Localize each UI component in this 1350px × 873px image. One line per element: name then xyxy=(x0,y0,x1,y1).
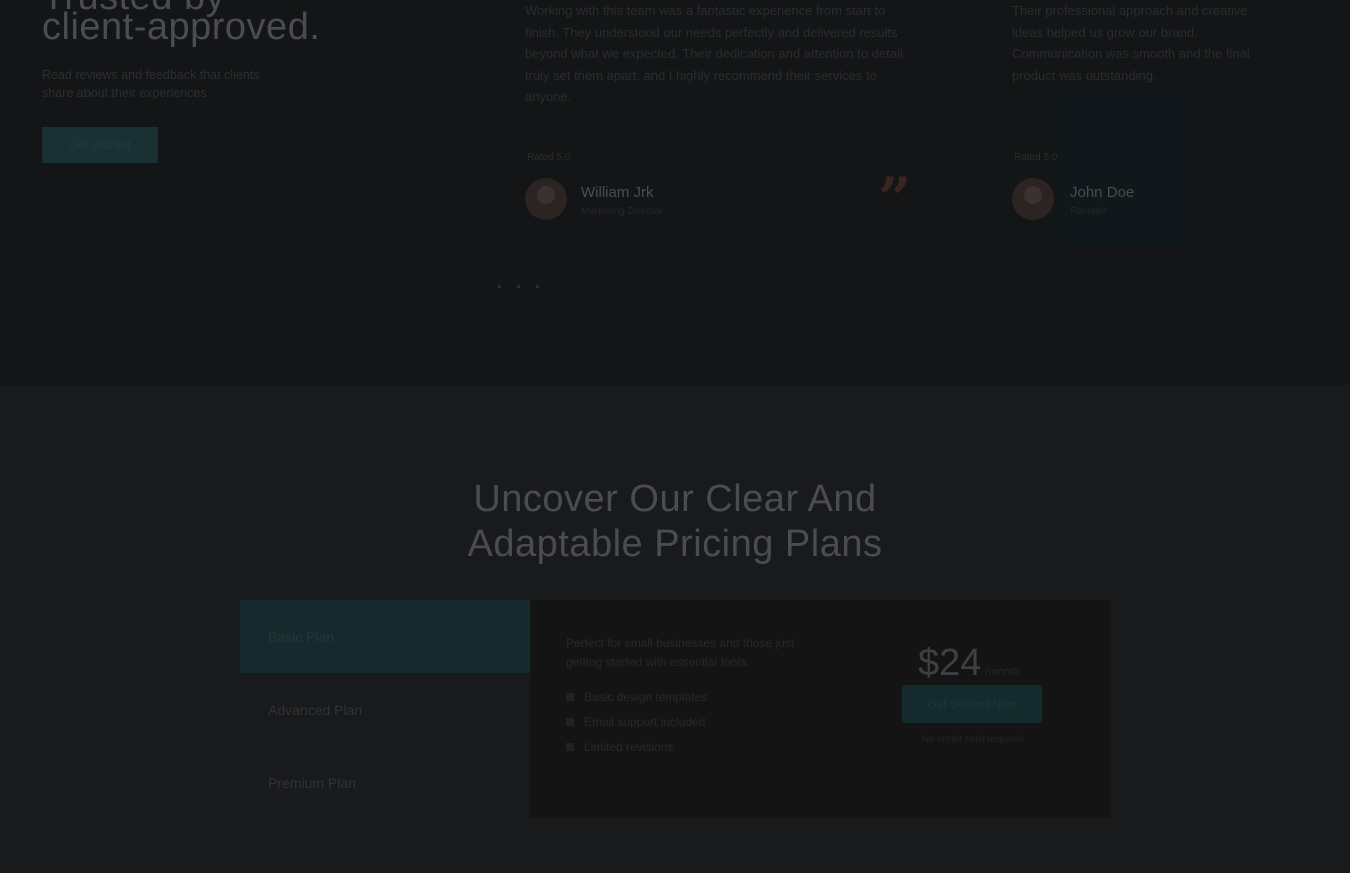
reviewer-name: John Doe xyxy=(1070,184,1135,201)
plan-price: $24/month xyxy=(918,642,1019,685)
tab-basic-plan[interactable]: Basic Plan xyxy=(240,600,530,673)
carousel-dots[interactable]: ● ● ● xyxy=(497,282,546,291)
testimonial-quote: Working with this team was a fantastic e… xyxy=(525,3,903,104)
feature-label: Email support included xyxy=(584,714,706,729)
get-started-now-button[interactable]: Get Started Now xyxy=(902,685,1042,723)
rating-label: Rated 5.0 xyxy=(1014,152,1058,163)
phone-mockup-image xyxy=(1060,95,1185,250)
feature-label: Basic design templates xyxy=(584,689,708,704)
get-started-button[interactable]: Get Started xyxy=(42,127,158,163)
reviewer-name: William Jrk xyxy=(581,184,654,201)
plan-description: Perfect for small businesses and those j… xyxy=(566,636,795,669)
avatar xyxy=(525,178,567,220)
testimonial-card: Their professional approach and creative… xyxy=(1012,0,1272,220)
pricing-section: Uncover Our Clear And Adaptable Pricing … xyxy=(0,385,1350,873)
reviewer-role: Marketing Director xyxy=(581,206,663,217)
hero-title: Trusted by client-approved. xyxy=(42,0,320,50)
plan-details-panel: Perfect for small businesses and those j… xyxy=(530,600,1110,818)
pricing-title-line1: Uncover Our Clear And xyxy=(473,478,877,520)
feature-item: Limited revisions xyxy=(566,734,707,759)
price-note: No credit card required xyxy=(922,734,1024,745)
hero-title-line1: Trusted by xyxy=(42,0,225,20)
reviewer-role: Founder xyxy=(1070,206,1108,217)
quote-icon: ” xyxy=(878,165,912,233)
price-amount: $24 xyxy=(918,642,982,684)
rating-label: Rated 5.0 xyxy=(527,152,571,163)
check-icon xyxy=(566,692,574,701)
plan-tabs: Basic Plan Advanced Plan Premium Plan xyxy=(240,600,530,819)
testimonial-quote: Their professional approach and creative… xyxy=(1012,3,1250,83)
tab-premium-plan[interactable]: Premium Plan xyxy=(240,746,530,819)
avatar xyxy=(1012,178,1054,220)
feature-item: Basic design templates xyxy=(566,684,707,709)
pricing-title-line2: Adaptable Pricing Plans xyxy=(467,523,883,565)
pricing-title: Uncover Our Clear And Adaptable Pricing … xyxy=(0,477,1350,567)
check-icon xyxy=(566,717,574,726)
check-icon xyxy=(566,742,574,751)
feature-item: Email support included xyxy=(566,709,707,734)
tab-advanced-plan[interactable]: Advanced Plan xyxy=(240,673,530,746)
testimonial-section: Trusted by client-approved. Read reviews… xyxy=(0,0,1350,385)
price-period: /month xyxy=(985,666,1020,678)
hero-description: Read reviews and feedback that clients s… xyxy=(42,68,260,100)
testimonial-card: Working with this team was a fantastic e… xyxy=(525,0,920,220)
feature-list: Basic design templates Email support inc… xyxy=(566,684,707,759)
feature-label: Limited revisions xyxy=(584,739,674,754)
